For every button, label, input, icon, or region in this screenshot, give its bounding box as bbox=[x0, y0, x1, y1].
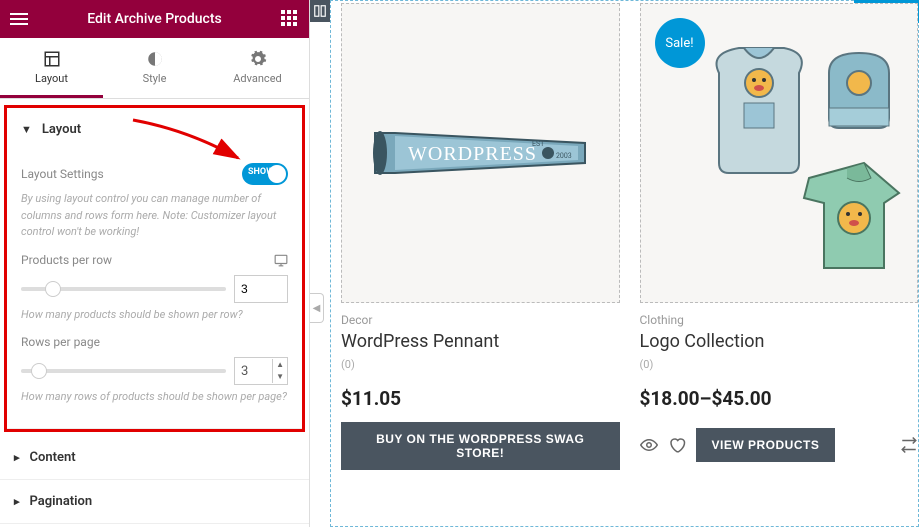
products-per-row-hint: How many products should be shown per ro… bbox=[21, 307, 288, 324]
pennant-illustration: WORDPRESS EST 2003 bbox=[360, 88, 600, 218]
section-pagination[interactable]: ▸Pagination bbox=[0, 480, 309, 524]
product-title[interactable]: WordPress Pennant bbox=[341, 331, 620, 352]
caret-right-icon: ▸ bbox=[14, 451, 20, 464]
product-category: Clothing bbox=[640, 313, 919, 327]
preview-canvas: ◀ WORDPRESS EST 2003 bbox=[310, 0, 919, 527]
product-image[interactable]: WORDPRESS EST 2003 bbox=[341, 3, 620, 303]
stepper-up-icon[interactable]: ▲ bbox=[273, 359, 287, 371]
desktop-icon[interactable] bbox=[274, 253, 288, 267]
product-reviews: (0) bbox=[341, 358, 620, 371]
rows-per-page-input[interactable]: 3 ▲▼ bbox=[234, 357, 288, 385]
tab-advanced[interactable]: Advanced bbox=[206, 38, 309, 98]
eye-icon[interactable] bbox=[640, 436, 658, 454]
products-per-row-label: Products per row bbox=[21, 253, 112, 267]
product-card: WORDPRESS EST 2003 Decor WordPress Penna… bbox=[341, 1, 620, 526]
product-card: + ⠿ ✕ Sale! bbox=[640, 1, 919, 526]
buy-button[interactable]: BUY ON THE WORDPRESS SWAG STORE! bbox=[341, 422, 620, 470]
rows-per-page-label: Rows per page bbox=[21, 335, 100, 349]
tab-style[interactable]: Style bbox=[103, 38, 206, 98]
svg-text:2003: 2003 bbox=[556, 152, 572, 160]
layout-settings-hint: By using layout control you can manage n… bbox=[21, 191, 288, 241]
product-image[interactable]: Sale! bbox=[640, 3, 919, 303]
sale-badge: Sale! bbox=[655, 18, 705, 68]
apps-icon[interactable] bbox=[281, 10, 299, 28]
caret-right-icon: ▸ bbox=[14, 495, 20, 508]
layout-icon bbox=[43, 50, 61, 68]
editor-sidebar: Edit Archive Products Layout Style Advan… bbox=[0, 0, 310, 527]
product-price: $18.00–$45.00 bbox=[640, 387, 919, 410]
product-price: $11.05 bbox=[341, 387, 620, 410]
page-title: Edit Archive Products bbox=[87, 11, 221, 27]
stepper-down-icon[interactable]: ▼ bbox=[273, 371, 287, 383]
caret-down-icon: ▼ bbox=[21, 123, 32, 136]
product-category: Decor bbox=[341, 313, 620, 327]
view-products-button[interactable]: VIEW PRODUCTS bbox=[696, 428, 836, 462]
structure-icon[interactable] bbox=[310, 0, 330, 22]
svg-text:EST: EST bbox=[532, 140, 545, 148]
gear-icon bbox=[249, 50, 267, 68]
style-icon bbox=[146, 50, 164, 68]
layout-settings-toggle[interactable]: SHOW bbox=[242, 163, 288, 185]
sidebar-header: Edit Archive Products bbox=[0, 0, 309, 38]
rows-per-page-slider[interactable] bbox=[21, 369, 226, 373]
layout-settings-label: Layout Settings bbox=[21, 167, 104, 181]
compare-icon[interactable] bbox=[900, 436, 918, 454]
product-title[interactable]: Logo Collection bbox=[640, 331, 919, 352]
heart-icon[interactable] bbox=[668, 436, 686, 454]
section-content[interactable]: ▸Content bbox=[0, 436, 309, 480]
section-layout-header[interactable]: ▼ Layout bbox=[7, 108, 302, 151]
products-per-row-input[interactable] bbox=[234, 275, 288, 303]
products-per-row-slider[interactable] bbox=[21, 287, 226, 291]
product-reviews: (0) bbox=[640, 358, 919, 371]
section-layout: ▼ Layout Layout Settings SHOW By using l… bbox=[7, 108, 302, 429]
rows-per-page-hint: How many rows of products should be show… bbox=[21, 389, 288, 406]
highlight-annotation: ▼ Layout Layout Settings SHOW By using l… bbox=[4, 105, 305, 432]
menu-icon[interactable] bbox=[10, 13, 28, 25]
tab-layout[interactable]: Layout bbox=[0, 38, 103, 98]
panel-collapse-handle[interactable]: ◀ bbox=[310, 293, 324, 323]
svg-text:WORDPRESS: WORDPRESS bbox=[408, 143, 537, 165]
editor-tabs: Layout Style Advanced bbox=[0, 38, 309, 99]
